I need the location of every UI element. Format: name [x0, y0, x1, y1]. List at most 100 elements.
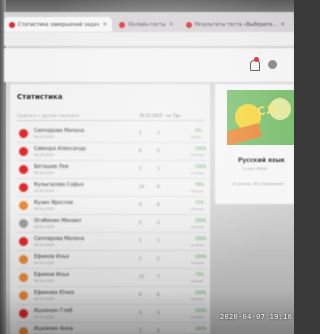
site-favicon-icon: [9, 21, 15, 28]
result-percent: 76%: [195, 182, 204, 187]
tasks-done: 8: [157, 184, 160, 189]
browser-address-bar[interactable]: [4, 32, 294, 46]
student-date: 06.04.2020: [34, 153, 55, 157]
tasks-total: 2: [139, 256, 142, 261]
result-label: Хорошо: [191, 279, 204, 283]
course-cover-image: СЛ: [227, 90, 294, 145]
course-meta: 45 уроков, 491 упражнение: [232, 182, 284, 186]
site-favicon-icon: [119, 21, 126, 28]
tab-test-results[interactable]: Результаты теста «Выберите... ×: [181, 17, 290, 32]
result-label: Отлично: [191, 207, 205, 211]
student-name: Беташев Лев: [34, 164, 69, 170]
student-name: Сиппарова Милана: [34, 128, 85, 134]
student-avatar: [19, 183, 28, 192]
student-avatar: [19, 201, 28, 210]
tab-online-tests[interactable]: Онлайн-тесты ×: [114, 17, 178, 32]
student-date: 06.04.2020: [34, 243, 55, 247]
result-percent: 73%: [195, 272, 204, 277]
tasks-done: 2: [157, 256, 160, 261]
tasks-done: 3: [157, 130, 160, 135]
site-favicon-icon: [185, 21, 192, 28]
student-date: 06.04.2020: [34, 171, 55, 175]
student-date: 06.04.2020: [34, 261, 55, 265]
tasks-total: 4: [139, 130, 142, 135]
student-name: Сиппарова Милана: [34, 236, 85, 242]
result-label: Отлично: [191, 153, 205, 157]
result-percent: 100%: [195, 254, 207, 259]
student-avatar: [19, 273, 28, 282]
tab-statistics[interactable]: Статистика завершений задач ×: [4, 17, 113, 32]
result-percent: 100%: [195, 164, 207, 169]
tasks-done: 4: [157, 220, 160, 225]
close-tab-icon[interactable]: ×: [102, 21, 107, 28]
result-label: Отлично: [191, 261, 205, 265]
course-subject: Русский язык: [238, 157, 285, 164]
student-name: Огибенин Михаил: [34, 218, 82, 224]
student-name: Ефимов Илья: [34, 254, 69, 260]
tasks-total: 1: [139, 238, 142, 243]
student-date: 06.04.2020: [34, 189, 55, 193]
result-percent: 72%: [195, 200, 204, 205]
student-date: 06.04.2020: [34, 135, 55, 139]
student-row[interactable]: Сиппарова Милана 06.04.2020 1 1 100% Отлично: [17, 233, 207, 251]
result-label: Отлично: [191, 225, 205, 229]
student-avatar: [19, 219, 28, 228]
tab-label: Результаты теста «Выберите...: [194, 21, 278, 28]
filter-placeholder: Сравнить с другим периодом: [17, 112, 80, 118]
student-avatar: [19, 165, 28, 174]
student-name: Ефимов Илья: [34, 272, 69, 278]
result-label: Норма: [191, 135, 202, 139]
notification-badge: [254, 57, 259, 62]
cover-shape: [227, 123, 263, 145]
close-tab-icon[interactable]: ×: [280, 21, 285, 28]
tasks-done: 3: [157, 166, 160, 171]
student-row[interactable]: Кузин Ярослав 06.04.2020 9 8 72% Отлично: [17, 197, 207, 215]
tasks-total: 3: [139, 166, 142, 171]
period-filter[interactable]: Сравнить с другим периодом 30.03.2020 - …: [17, 110, 205, 121]
student-row[interactable]: Беташев Лев 06.04.2020 3 3 100% Отлично: [17, 161, 207, 179]
course-grade: 3 класс МПЭС: [242, 167, 268, 171]
photo-of-screen: Статистика завершений задач × Онлайн-тес…: [0, 0, 294, 334]
tasks-total: 9: [139, 202, 142, 207]
result-percent: 0%: [195, 128, 202, 133]
page-title: Статистика: [17, 93, 63, 101]
student-row[interactable]: Сивкора Александр 06.04.2020 8 8 100% Отлично: [17, 143, 207, 161]
tasks-total: 5: [139, 220, 142, 225]
result-label: Отлично: [191, 171, 205, 175]
tasks-total: 11: [139, 274, 145, 279]
student-name: Кузин Ярослав: [34, 200, 73, 206]
photo-shadow: [0, 290, 294, 334]
filter-date-range: 30.03.2020 - по 7дн: [139, 112, 181, 118]
tasks-done: 7: [157, 274, 160, 279]
tab-label: Статистика завершений задач: [18, 21, 100, 28]
photo-timestamp: 2020-04-07 19:16: [220, 313, 293, 321]
tab-label: Онлайн-тесты: [128, 21, 166, 28]
student-avatar: [19, 237, 28, 246]
user-avatar[interactable]: [268, 60, 277, 69]
result-percent: 100%: [195, 236, 207, 241]
tasks-done: 8: [157, 148, 160, 153]
student-row[interactable]: Сиппарова Милана 06.04.2020 4 3 0% Норма: [17, 125, 207, 143]
student-avatar: [19, 129, 28, 138]
student-row[interactable]: Огибенин Михаил 06.04.2020 5 4 100% Отлично: [17, 215, 207, 233]
cover-lettering: СЛ: [256, 102, 278, 119]
close-tab-icon[interactable]: ×: [169, 21, 174, 28]
result-label: Отлично: [191, 243, 205, 247]
browser-tab-bar: Статистика завершений задач × Онлайн-тес…: [4, 12, 294, 32]
student-row[interactable]: Ефимов Илья 06.04.2020 2 2 100% Отлично: [17, 251, 207, 269]
student-date: 06.04.2020: [34, 279, 55, 283]
result-percent: 100%: [195, 146, 207, 151]
student-avatar: [19, 147, 28, 156]
tasks-done: 1: [157, 238, 160, 243]
student-name: Сивкора Александр: [34, 146, 87, 152]
tasks-total: 14: [139, 184, 145, 189]
student-row[interactable]: Кулыгасова Софья 06.04.2020 14 8 76% Хорошо: [17, 179, 207, 197]
student-avatar: [19, 255, 28, 264]
tasks-total: 8: [139, 148, 142, 153]
tasks-done: 8: [157, 202, 160, 207]
student-row[interactable]: Ефимов Илья 06.04.2020 11 7 73% Хорошо: [17, 269, 207, 287]
result-percent: 100%: [195, 218, 207, 223]
student-name: Кулыгасова Софья: [34, 182, 84, 188]
result-label: Хорошо: [191, 189, 204, 193]
student-date: 06.04.2020: [34, 207, 55, 211]
